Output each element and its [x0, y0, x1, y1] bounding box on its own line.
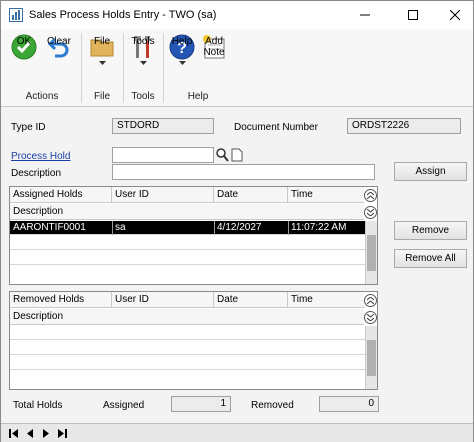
group-label-tools: Tools: [131, 91, 155, 102]
maximize-icon: [408, 10, 418, 20]
process-hold-link[interactable]: Process Hold: [11, 151, 70, 162]
double-chevron-down-icon: [367, 209, 374, 216]
column-header-assigned-holds: Assigned Holds: [10, 187, 112, 203]
scroll-thumb[interactable]: [367, 340, 376, 376]
column-header-date: Date: [214, 292, 288, 308]
cell-user-id: sa: [115, 222, 126, 233]
total-holds-label: Total Holds: [13, 400, 63, 411]
document-number-label: Document Number: [234, 122, 318, 133]
remove-button[interactable]: Remove: [394, 221, 467, 240]
column-header-user-id: User ID: [112, 187, 214, 203]
file-menu-button[interactable]: File: [87, 33, 117, 65]
group-label-file: File: [93, 91, 111, 102]
window: Sales Process Holds Entry - TWO (sa) OK …: [0, 0, 474, 442]
removed-total-value: 0: [319, 396, 379, 412]
removed-total-label: Removed: [251, 400, 294, 411]
navigation-bar: [1, 423, 473, 442]
title-bar: Sales Process Holds Entry - TWO (sa): [1, 1, 473, 29]
table-row[interactable]: [10, 236, 365, 250]
add-note-button[interactable]: Add Note: [199, 33, 229, 61]
app-icon: [9, 8, 23, 22]
ribbon: OK Clear File Tools ? Help Add Note Acti…: [1, 29, 473, 107]
description-field: [112, 164, 375, 180]
last-record-button[interactable]: [55, 427, 69, 440]
ok-button[interactable]: OK: [9, 33, 39, 61]
form-body: Type ID STDORD Document Number ORDST2226…: [1, 108, 473, 423]
double-chevron-up-icon: [367, 192, 374, 199]
minimize-icon: [360, 14, 370, 16]
tools-menu-button[interactable]: Tools: [128, 33, 158, 65]
document-number-field: ORDST2226: [347, 118, 461, 134]
process-hold-input[interactable]: [112, 147, 214, 163]
column-header-description: Description: [13, 311, 64, 322]
first-record-icon: [9, 429, 18, 438]
previous-record-icon: [27, 429, 33, 438]
assigned-total-value: 1: [171, 396, 231, 412]
next-record-icon: [43, 429, 49, 438]
table-row[interactable]: [10, 326, 365, 340]
new-document-icon[interactable]: [231, 148, 243, 162]
removed-grid-header: Removed Holds User ID Date Time: [10, 292, 364, 308]
column-header-user-id: User ID: [112, 292, 214, 308]
group-label-help: Help: [187, 91, 209, 102]
assigned-grid-subheader: Description: [10, 204, 364, 220]
cell-date: 4/12/2027: [217, 222, 262, 233]
column-header-date: Date: [214, 187, 288, 203]
clear-button[interactable]: Clear: [43, 33, 75, 61]
table-row[interactable]: [10, 356, 365, 370]
cell-hold: AARONTIF0001: [13, 222, 86, 233]
removed-grid-scrollbar[interactable]: [365, 326, 377, 389]
close-button[interactable]: [437, 1, 473, 29]
double-chevron-down-icon: [367, 314, 374, 321]
type-id-field: STDORD: [112, 118, 214, 134]
column-header-description: Description: [13, 206, 64, 217]
chevron-down-icon: [139, 61, 147, 65]
assigned-holds-grid: Assigned Holds User ID Date Time Descrip…: [9, 186, 378, 285]
chevron-down-icon: [178, 61, 186, 65]
description-label: Description: [11, 168, 62, 179]
next-record-button[interactable]: [39, 427, 53, 440]
cell-time: 11:07:22 AM: [291, 222, 347, 233]
lookup-icon[interactable]: [216, 148, 229, 162]
removed-holds-grid: Removed Holds User ID Date Time Descript…: [9, 291, 378, 390]
table-row[interactable]: [10, 251, 365, 265]
remove-all-button[interactable]: Remove All: [394, 249, 467, 268]
assigned-grid-scrollbar[interactable]: [365, 221, 377, 284]
expand-down-button[interactable]: [364, 206, 377, 219]
table-row[interactable]: [10, 266, 365, 280]
close-icon: [450, 10, 460, 20]
column-header-removed-holds: Removed Holds: [10, 292, 112, 308]
help-menu-button[interactable]: ? Help: [167, 33, 197, 65]
assigned-grid-header: Assigned Holds User ID Date Time: [10, 187, 364, 203]
expand-up-button[interactable]: [364, 189, 377, 202]
previous-record-button[interactable]: [23, 427, 37, 440]
table-row[interactable]: [10, 371, 365, 385]
expand-down-button[interactable]: [364, 311, 377, 324]
assigned-total-label: Assigned: [103, 400, 145, 411]
window-title: Sales Process Holds Entry - TWO (sa): [29, 9, 217, 21]
first-record-button[interactable]: [7, 427, 21, 440]
maximize-button[interactable]: [395, 1, 431, 29]
table-row[interactable]: AARONTIF0001 sa 4/12/2027 11:07:22 AM: [10, 221, 365, 235]
type-id-label: Type ID: [11, 122, 46, 133]
assign-button[interactable]: Assign: [394, 162, 467, 181]
minimize-button[interactable]: [347, 1, 383, 29]
expand-up-button[interactable]: [364, 294, 377, 307]
last-record-icon: [58, 429, 67, 438]
removed-grid-subheader: Description: [10, 309, 364, 325]
column-header-time: Time: [291, 189, 313, 200]
column-header-time: Time: [291, 294, 313, 305]
group-label-actions: Actions: [25, 91, 59, 102]
scroll-thumb[interactable]: [367, 235, 376, 271]
chevron-down-icon: [98, 61, 106, 65]
table-row[interactable]: [10, 341, 365, 355]
double-chevron-up-icon: [367, 297, 374, 304]
